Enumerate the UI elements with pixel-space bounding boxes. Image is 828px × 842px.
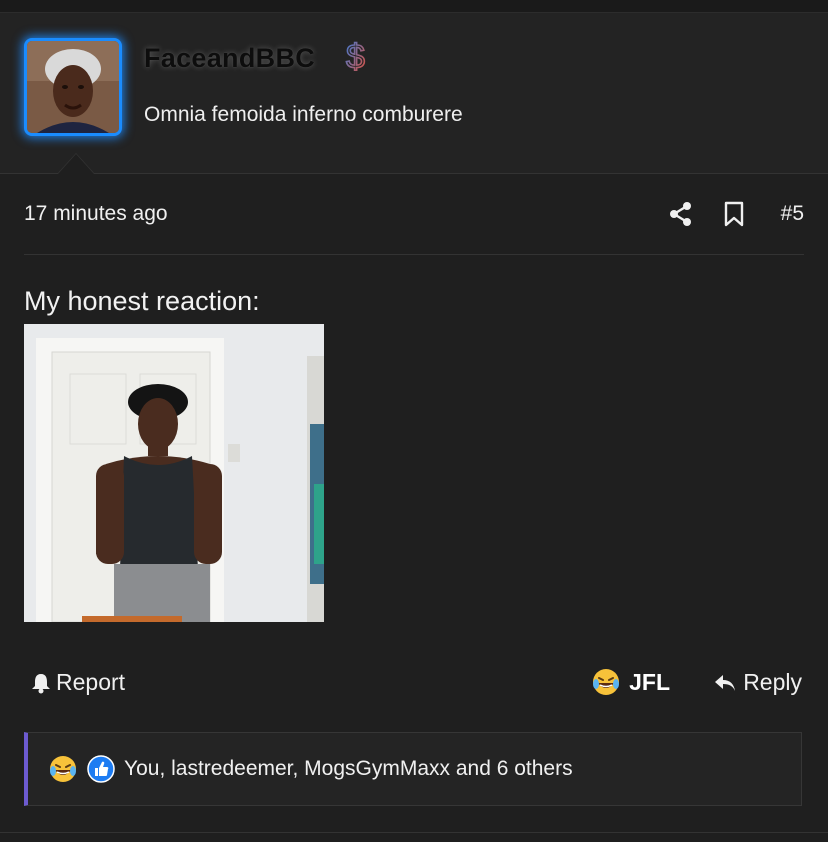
reply-button[interactable]: Reply: [713, 669, 802, 696]
post-actions: Report JFL Reply: [24, 665, 804, 705]
reply-arrow-icon: [715, 674, 736, 691]
top-strip: [0, 0, 828, 13]
divider: [24, 254, 804, 255]
reply-label: Reply: [743, 669, 802, 695]
post-meta: 17 minutes ago #5: [24, 195, 804, 235]
avatar[interactable]: [24, 38, 122, 136]
reactions-bar[interactable]: You, lastredeemer, MogsGymMaxx and 6 oth…: [24, 732, 802, 806]
thumbs-up-icon: [87, 755, 115, 783]
reactions-summary[interactable]: You, lastredeemer, MogsGymMaxx and 6 oth…: [124, 757, 573, 781]
post-body-text: My honest reaction:: [24, 286, 260, 316]
username[interactable]: FaceandBBC: [144, 43, 315, 74]
avatar-image: [27, 41, 119, 133]
bell-icon: [32, 673, 50, 693]
jfl-reaction-button[interactable]: JFL: [591, 667, 670, 697]
svg-text:$: $: [346, 38, 365, 76]
user-title: Omnia femoida inferno comburere: [144, 103, 463, 126]
report-button[interactable]: Report: [30, 669, 125, 696]
crying-laughing-emoji-icon: [593, 669, 620, 695]
divider: [0, 832, 828, 833]
bookmark-icon[interactable]: [722, 201, 746, 227]
report-label: Report: [56, 669, 126, 695]
crying-laughing-emoji-icon: [50, 756, 76, 782]
pointer: [58, 154, 94, 174]
jfl-label: JFL: [629, 668, 670, 695]
post-timestamp[interactable]: 17 minutes ago: [24, 202, 168, 226]
post-number-link[interactable]: #5: [781, 202, 804, 226]
dollar-badge-icon: $: [345, 36, 371, 85]
post-image[interactable]: [24, 324, 324, 622]
post-author-header: FaceandBBC $ Omnia femoida inferno combu…: [0, 13, 828, 174]
share-icon[interactable]: [668, 201, 694, 227]
